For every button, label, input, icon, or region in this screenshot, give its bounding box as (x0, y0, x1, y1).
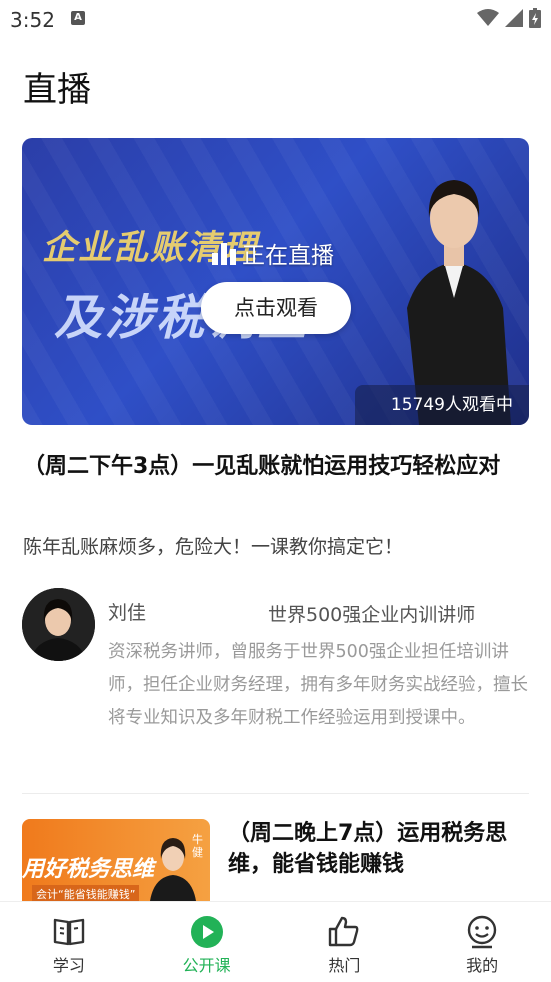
course-subtitle: 陈年乱账麻烦多，危险大！一课教你搞定它！ (23, 536, 404, 558)
thumbs-up-icon (329, 916, 359, 947)
book-icon (53, 918, 85, 946)
status-time: 3:52 (10, 8, 55, 32)
course-title[interactable]: （周二下午3点）一见乱账就怕运用技巧轻松应对 (23, 452, 533, 482)
viewer-count: 15749人观看中 (354, 385, 529, 425)
battery-charging-icon (529, 8, 541, 28)
smiley-face-icon (467, 915, 497, 949)
teacher-bio: 资深税务讲师，曾服务于世界500强企业担任培训讲师，担任企业财务经理，拥有多年财… (108, 642, 528, 728)
tab-label: 学习 (52, 956, 85, 975)
thumbnail-side-text: 牛健 (192, 833, 203, 859)
wifi-icon (477, 9, 499, 26)
next-course-title[interactable]: （周二晚上7点）运用税务思维，能省钱能赚钱 (228, 818, 528, 880)
live-bars-icon (212, 241, 236, 265)
thumbnail-subtitle: 会计“能省钱能赚钱” (32, 885, 140, 901)
signal-icon (505, 9, 523, 27)
live-status-label: 正在直播 (242, 243, 334, 269)
tab-popular[interactable]: 热门 (276, 902, 414, 982)
teacher-avatar (22, 588, 95, 661)
teacher-title: 世界500强企业内训讲师 (268, 604, 476, 626)
tab-label: 公开课 (182, 956, 231, 975)
tab-open-course[interactable]: 公开课 (138, 902, 276, 982)
page-title: 直播 (23, 70, 91, 110)
tab-mine[interactable]: 我的 (413, 902, 551, 982)
next-course-thumbnail[interactable]: 用好税务思维 会计“能省钱能赚钱” 牛健 (22, 819, 210, 901)
divider (22, 793, 529, 794)
status-bar: 3:52 A (0, 0, 551, 40)
live-banner[interactable]: 企业乱账清理 及涉税调整 正在直播 点击观看 15749人观看中 (22, 138, 529, 425)
status-icons (477, 8, 541, 28)
tab-study[interactable]: 学习 (0, 902, 138, 982)
tab-label: 热门 (328, 956, 361, 975)
watch-now-button[interactable]: 点击观看 (201, 282, 351, 334)
notification-letter-icon: A (71, 11, 85, 25)
play-circle-icon (190, 916, 223, 948)
thumbnail-title: 用好税务思维 (22, 857, 155, 882)
tab-label: 我的 (466, 956, 499, 975)
bottom-tab-bar: 学习 公开课 热门 我的 (0, 901, 551, 982)
live-indicator: 正在直播 (212, 236, 334, 270)
teacher-name: 刘佳 (108, 602, 147, 624)
